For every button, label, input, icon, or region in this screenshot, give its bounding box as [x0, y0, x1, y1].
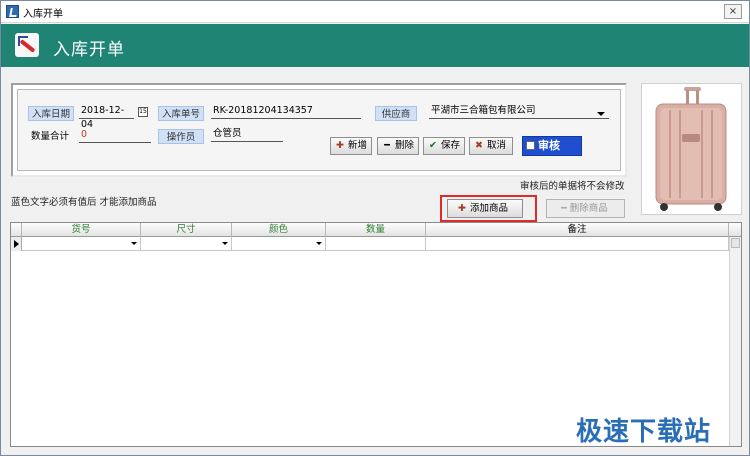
column-header-size[interactable]: 尺寸 — [141, 223, 232, 237]
delete-button-label: 删除 — [395, 140, 415, 151]
row-indicator-icon — [11, 237, 22, 251]
cell-color[interactable] — [232, 237, 326, 251]
order-no-label: 入库单号 — [158, 106, 204, 121]
calendar-icon[interactable]: 15 — [138, 107, 148, 117]
operator-label: 操作员 — [158, 129, 204, 144]
dropdown-arrow-icon[interactable] — [222, 242, 228, 245]
dropdown-arrow-icon[interactable] — [316, 242, 322, 245]
add-item-button[interactable]: ✚ 添加商品 — [447, 199, 523, 218]
cell-remark[interactable] — [426, 237, 729, 251]
watermark-text: 极速下载站 — [576, 417, 712, 447]
cancel-button[interactable]: ✖ 取消 — [469, 137, 513, 155]
checkbox-icon — [526, 141, 535, 150]
save-button[interactable]: ✔ 保存 — [423, 137, 465, 155]
table-row[interactable] — [11, 237, 741, 251]
save-button-label: 保存 — [441, 140, 461, 151]
close-button[interactable]: × — [724, 4, 742, 19]
app-window: 入库开单 × 入库开单 入库日期 2018-12-04 15 入库单号 RK-2… — [0, 0, 750, 456]
title-bar: 入库开单 × — [1, 1, 749, 23]
scroll-up-button[interactable] — [731, 238, 740, 248]
remove-item-label: 删除商品 — [569, 203, 608, 214]
suitcase-image — [655, 87, 727, 211]
column-header-qty[interactable]: 数量 — [326, 223, 426, 237]
header-banner: 入库开单 — [1, 24, 749, 67]
check-icon: ✔ — [429, 140, 437, 151]
qty-total-field: 0 — [79, 128, 151, 143]
cross-icon: ✖ — [475, 140, 483, 151]
audit-note: 审核后的单据将不会修改 — [520, 181, 625, 192]
vertical-scrollbar[interactable] — [729, 237, 741, 446]
new-button-label: 新增 — [348, 140, 368, 151]
supplier-label: 供应商 — [375, 106, 417, 121]
qty-total-label: 数量合计 — [31, 131, 70, 142]
operator-field[interactable]: 仓管员 — [211, 127, 283, 142]
column-header-color[interactable]: 颜色 — [232, 223, 326, 237]
supplier-select[interactable]: 平湖市三合箱包有限公司 — [429, 104, 609, 119]
cell-size[interactable] — [141, 237, 232, 251]
page-title: 入库开单 — [53, 40, 125, 60]
supplier-dropdown-icon[interactable] — [597, 112, 605, 116]
new-button[interactable]: ✚ 新增 — [330, 137, 372, 155]
add-item-label: 添加商品 — [469, 203, 508, 214]
delete-button[interactable]: ━ 删除 — [377, 137, 419, 155]
audit-label: 审核 — [538, 139, 560, 152]
grid-corner — [11, 223, 22, 237]
product-photo — [641, 83, 742, 215]
date-field[interactable]: 2018-12-04 — [79, 104, 134, 130]
audit-checkbox[interactable]: 审核 — [522, 136, 582, 156]
app-icon — [6, 5, 19, 18]
grid-header: 货号 尺寸 颜色 数量 备注 — [11, 223, 741, 237]
minus-icon: ━ — [384, 140, 390, 151]
plus-icon: ✚ — [336, 140, 344, 151]
required-note: 蓝色文字必须有值后 才能添加商品 — [11, 197, 157, 208]
window-title: 入库开单 — [23, 9, 63, 20]
column-header-sku[interactable]: 货号 — [22, 223, 141, 237]
cancel-button-label: 取消 — [487, 140, 507, 151]
order-no-field[interactable]: RK-20181204134357 — [211, 104, 361, 119]
remove-item-button: ━ 删除商品 — [546, 199, 625, 218]
minus-icon: ━ — [561, 203, 567, 214]
cell-qty[interactable] — [326, 237, 426, 251]
date-label: 入库日期 — [28, 106, 74, 121]
cell-sku[interactable] — [22, 237, 141, 251]
plus-icon: ✚ — [458, 203, 466, 214]
dropdown-arrow-icon[interactable] — [131, 242, 137, 245]
pen-logo-icon — [15, 33, 39, 57]
column-header-remark[interactable]: 备注 — [426, 223, 729, 237]
